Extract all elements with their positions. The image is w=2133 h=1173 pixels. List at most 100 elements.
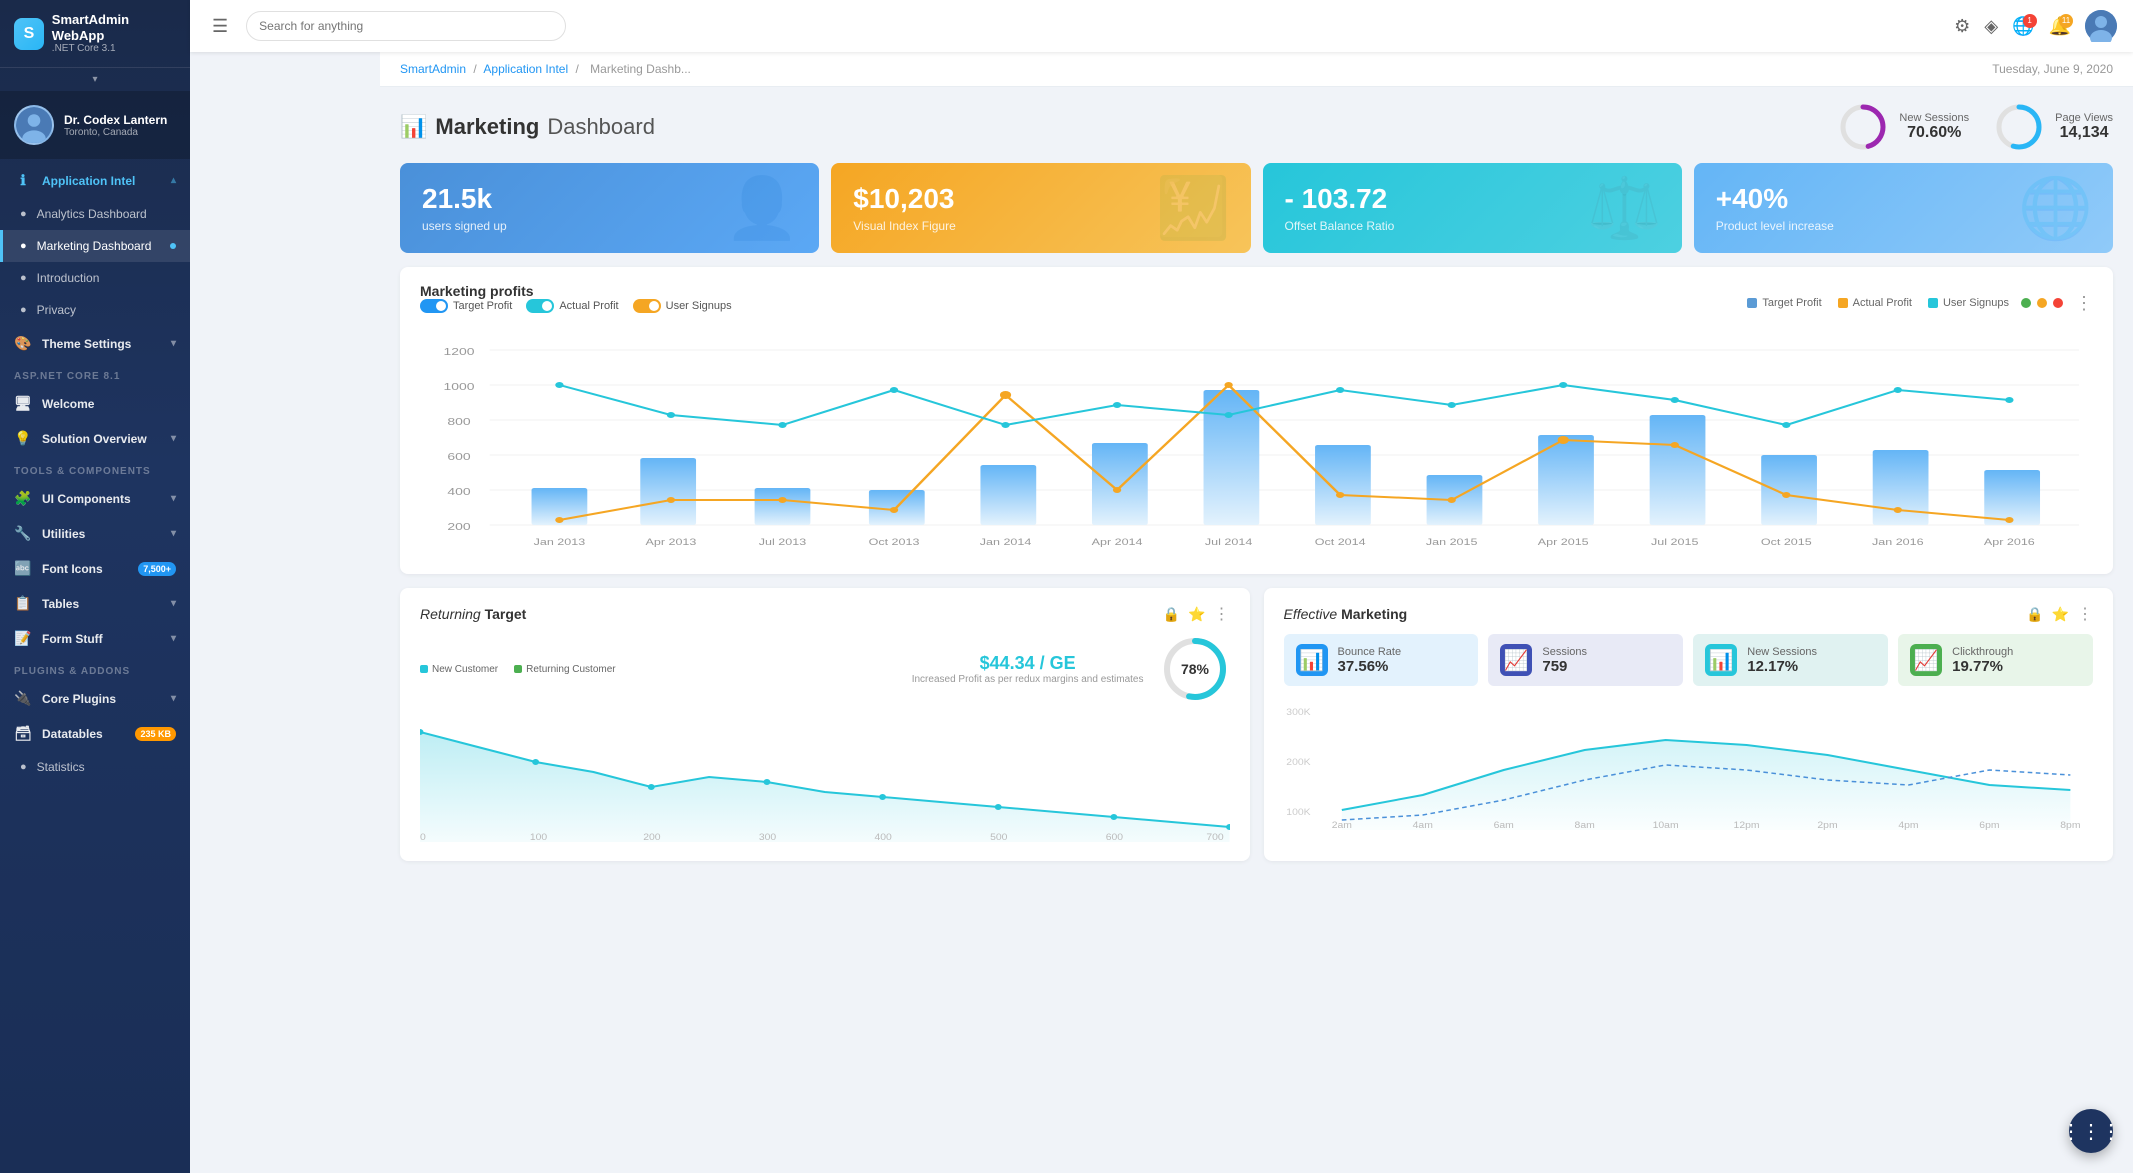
svg-text:Oct 2013: Oct 2013 bbox=[869, 538, 920, 548]
svg-text:400: 400 bbox=[447, 486, 471, 498]
sessions-text: New Sessions 70.60% bbox=[1899, 112, 1969, 142]
svg-text:6pm: 6pm bbox=[1979, 821, 1999, 830]
dot-red[interactable] bbox=[2053, 298, 2063, 308]
sidebar-item-statistics[interactable]: ● Statistics bbox=[0, 751, 190, 783]
search-input[interactable] bbox=[246, 11, 566, 41]
legend-color-dot bbox=[1747, 298, 1757, 308]
sidebar-item-utilities[interactable]: 🔧 Utilities ▾ bbox=[0, 516, 190, 551]
svg-text:Apr 2016: Apr 2016 bbox=[1984, 538, 2035, 548]
sidebar-item-datatables[interactable]: 🗃 Datatables 235 KB bbox=[0, 716, 190, 751]
sidebar-user: Dr. Codex Lantern Toronto, Canada bbox=[0, 91, 190, 159]
toggle-signups-pill[interactable] bbox=[633, 299, 661, 313]
stat-bg-icon: 🌐 bbox=[2018, 173, 2093, 244]
gauge-wrap: 78% bbox=[1160, 634, 1230, 704]
svg-text:Jan 2014: Jan 2014 bbox=[980, 538, 1032, 548]
sidebar-item-marketing[interactable]: ● Marketing Dashboard bbox=[0, 230, 190, 262]
new-sessions-text: New Sessions 12.17% bbox=[1747, 646, 1817, 675]
pageviews-text: Page Views 14,134 bbox=[2055, 112, 2113, 142]
more-icon[interactable]: ⋮ bbox=[1214, 604, 1230, 624]
globe-icon[interactable]: 🌐 1 bbox=[2012, 16, 2034, 37]
toggle-target-pill[interactable] bbox=[420, 299, 448, 313]
svg-text:200K: 200K bbox=[1286, 758, 1311, 768]
sessions-metric: New Sessions 70.60% bbox=[1837, 101, 1969, 153]
user-avatar-topbar[interactable] bbox=[2085, 10, 2117, 42]
toggle-actual-pill[interactable] bbox=[526, 299, 554, 313]
breadcrumb-section[interactable]: Application Intel bbox=[483, 62, 568, 76]
sidebar-item-tables[interactable]: 📋 Tables ▾ bbox=[0, 586, 190, 621]
metric-bounce-rate: 📊 Bounce Rate 37.56% bbox=[1284, 634, 1479, 686]
chart-more-icon[interactable]: ⋮ bbox=[2075, 293, 2093, 314]
utilities-icon: 🔧 bbox=[14, 525, 32, 542]
stat-bg-icon: ⚖️ bbox=[1587, 173, 1662, 244]
svg-text:800: 800 bbox=[447, 416, 471, 428]
marketing-profits-card: Marketing profits Target Profit Actual P… bbox=[400, 267, 2113, 574]
sidebar-item-label: Statistics bbox=[37, 760, 85, 774]
legend-color-dot bbox=[1928, 298, 1938, 308]
dot-yellow[interactable] bbox=[2037, 298, 2047, 308]
svg-text:Jul 2013: Jul 2013 bbox=[759, 538, 806, 548]
sidebar-item-intro[interactable]: ● Introduction bbox=[0, 262, 190, 294]
analytics-icon: ● bbox=[20, 208, 27, 220]
more-icon[interactable]: ⋮ bbox=[2077, 604, 2093, 624]
svg-text:0: 0 bbox=[420, 833, 426, 842]
bell-icon[interactable]: 🔔 11 bbox=[2049, 16, 2071, 37]
svg-text:100K: 100K bbox=[1286, 808, 1311, 818]
fab-button[interactable]: ⋮⋮⋮ bbox=[2069, 1109, 2113, 1153]
sidebar-item-welcome[interactable]: 🖥 Welcome bbox=[0, 386, 190, 421]
legend-actual: Actual Profit bbox=[1838, 297, 1912, 309]
stat-cards: 21.5k users signed up 👤 $10,203 Visual I… bbox=[380, 163, 2133, 267]
sidebar-item-fonticons[interactable]: 🔤 Font Icons 7,500+ bbox=[0, 551, 190, 586]
sessions-value: 70.60% bbox=[1899, 124, 1969, 142]
star-icon[interactable]: ⭐ bbox=[1188, 606, 1205, 623]
sidebar-item-label: Application Intel bbox=[42, 174, 135, 188]
stat-bg-icon: 💹 bbox=[1156, 173, 1231, 244]
settings-icon[interactable]: ⚙ bbox=[1954, 16, 1970, 37]
sidebar-item-analytics[interactable]: ● Analytics Dashboard bbox=[0, 198, 190, 230]
lock-icon[interactable]: 🔒 bbox=[2026, 606, 2043, 623]
sidebar-item-label: Marketing Dashboard bbox=[37, 239, 152, 253]
svg-text:2pm: 2pm bbox=[1817, 821, 1837, 830]
sidebar-collapse-chevron[interactable]: ▾ bbox=[0, 68, 190, 91]
star-icon[interactable]: ⭐ bbox=[2052, 606, 2069, 623]
header-metrics: New Sessions 70.60% Page Views 14,134 bbox=[1837, 101, 2113, 153]
user-info: Dr. Codex Lantern Toronto, Canada bbox=[64, 113, 167, 138]
toggle-actual-profit[interactable]: Actual Profit bbox=[526, 299, 618, 313]
legend-label: Target Profit bbox=[1762, 297, 1821, 309]
legend-returning-customer: Returning Customer bbox=[514, 634, 615, 704]
svg-text:600: 600 bbox=[447, 451, 471, 463]
chevron-right-icon: ▾ bbox=[171, 493, 176, 504]
sessions-label2: Sessions bbox=[1542, 646, 1587, 658]
bell-badge: 11 bbox=[2059, 14, 2073, 28]
svg-text:600: 600 bbox=[1106, 833, 1124, 842]
welcome-icon: 🖥 bbox=[14, 395, 32, 412]
sidebar-item-app-intel[interactable]: ℹ Application Intel ▴ bbox=[0, 163, 190, 198]
svg-text:200: 200 bbox=[643, 833, 661, 842]
dot-green[interactable] bbox=[2021, 298, 2031, 308]
lock-icon[interactable]: 🔒 bbox=[1163, 606, 1180, 623]
bounce-label: Bounce Rate bbox=[1338, 646, 1402, 658]
legend-label: Actual Profit bbox=[1853, 297, 1912, 309]
cube-icon[interactable]: ◈ bbox=[1984, 16, 1998, 37]
svg-text:Apr 2014: Apr 2014 bbox=[1092, 538, 1143, 548]
hamburger-menu-icon[interactable]: ☰ bbox=[206, 10, 234, 43]
effective-marketing-card: Effective Marketing 🔒 ⭐ ⋮ 📊 Bounce Rate bbox=[1264, 588, 2114, 861]
logo-text: SmartAdmin WebApp .NET Core 3.1 bbox=[52, 12, 176, 55]
svg-text:Jul 2015: Jul 2015 bbox=[1651, 538, 1698, 548]
chevron-right-icon: ▾ bbox=[171, 693, 176, 704]
sidebar-item-coreplugins[interactable]: 🔌 Core Plugins ▾ bbox=[0, 681, 190, 716]
topbar: ☰ ⚙ ◈ 🌐 1 🔔 11 bbox=[190, 0, 2133, 52]
stat-card-users: 21.5k users signed up 👤 bbox=[400, 163, 819, 253]
svg-text:10am: 10am bbox=[1652, 821, 1678, 830]
sidebar-item-forms[interactable]: 📝 Form Stuff ▾ bbox=[0, 621, 190, 656]
sidebar-item-solution[interactable]: 💡 Solution Overview ▾ bbox=[0, 421, 190, 456]
profits-chart-svg: 1200 1000 800 600 400 200 bbox=[420, 335, 2093, 555]
svg-text:6am: 6am bbox=[1493, 821, 1513, 830]
toggle-target-profit[interactable]: Target Profit bbox=[420, 299, 512, 313]
sidebar-item-theme[interactable]: 🎨 Theme Settings ▾ bbox=[0, 326, 190, 361]
sidebar-item-ui[interactable]: 🧩 UI Components ▾ bbox=[0, 481, 190, 516]
sidebar-item-privacy[interactable]: ● Privacy bbox=[0, 294, 190, 326]
sidebar-item-label: Theme Settings bbox=[42, 337, 131, 351]
breadcrumb-home[interactable]: SmartAdmin bbox=[400, 62, 466, 76]
toggle-user-signups[interactable]: User Signups bbox=[633, 299, 732, 313]
new-sessions-icon: 📊 bbox=[1705, 644, 1737, 676]
